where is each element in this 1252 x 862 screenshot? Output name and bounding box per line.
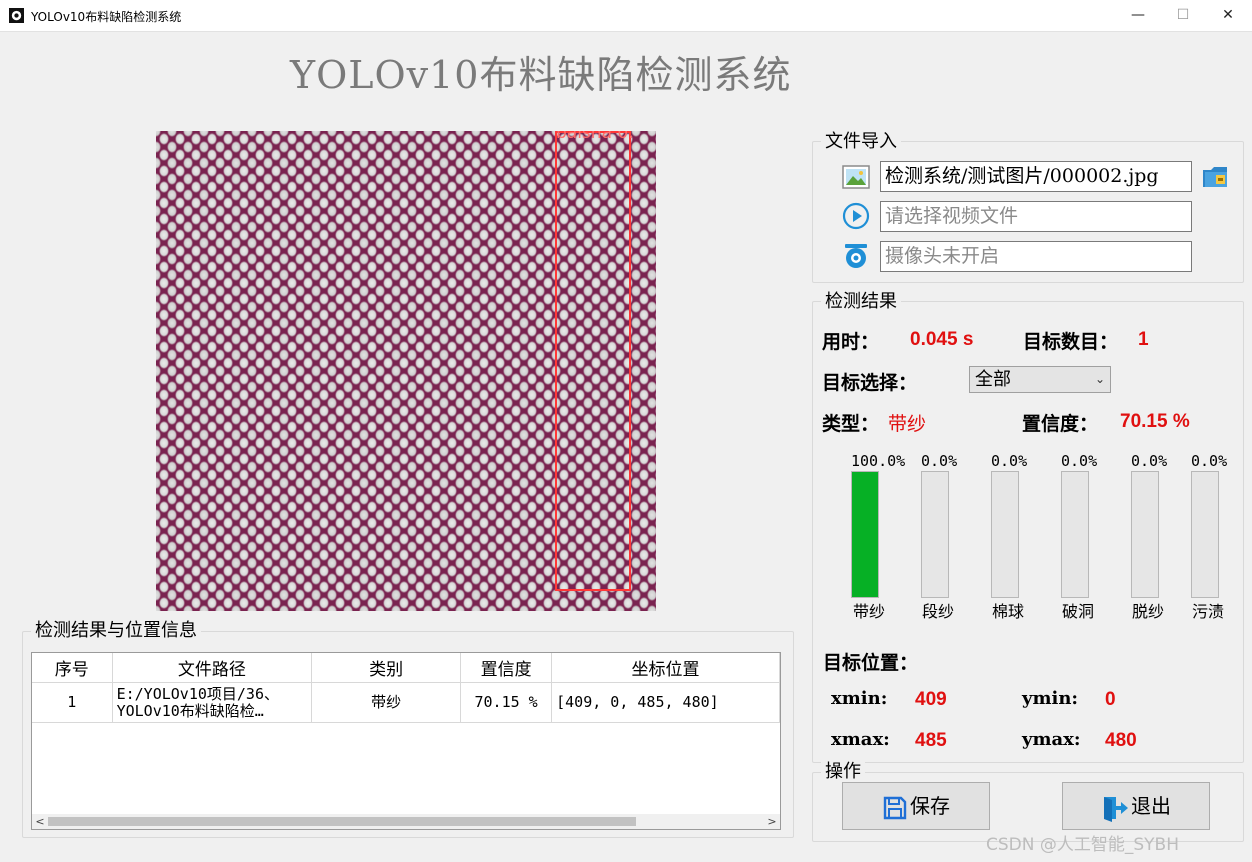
save-button-label: 保存: [910, 794, 950, 818]
xmin-label: xmin:: [831, 688, 888, 709]
image-path-field[interactable]: 检测系统/测试图片/000002.jpg: [880, 161, 1192, 192]
progress-bar: [1061, 471, 1089, 598]
time-value: 0.045 s: [910, 329, 974, 350]
cell-path-line1: E:/YOLOv10项目/36、: [116, 684, 279, 703]
progress-bar-fill: [852, 472, 878, 597]
camera-status-field[interactable]: 摄像头未开启: [880, 241, 1192, 272]
target-select-dropdown[interactable]: 全部 ⌄: [969, 366, 1111, 393]
bar-class-name: 破洞: [1062, 602, 1095, 621]
target-count-value: 1: [1138, 329, 1149, 350]
type-value: 带纱: [888, 413, 927, 435]
column-header-confidence[interactable]: 置信度: [460, 653, 553, 683]
bar-class-name: 棉球: [992, 602, 1025, 621]
xmax-value: 485: [915, 730, 947, 751]
column-header-coords[interactable]: 坐标位置: [551, 653, 780, 683]
progress-bar: [921, 471, 949, 598]
video-path-field[interactable]: 请选择视频文件: [880, 201, 1192, 232]
operations-group-title: 操作: [821, 761, 865, 783]
bar-class-name: 带纱: [853, 602, 886, 621]
cell-confidence: 70.15 %: [460, 682, 553, 723]
table-row[interactable]: 1 E:/YOLOv10项目/36、 YOLOv10布料缺陷检… 带纱 70.1…: [32, 682, 780, 723]
exit-icon: [1104, 796, 1128, 822]
target-select-label: 目标选择：: [822, 372, 918, 394]
bar-class-name: 脱纱: [1132, 602, 1165, 621]
time-label: 用时：: [822, 331, 880, 353]
exit-button[interactable]: 退出: [1062, 782, 1210, 830]
column-header-category[interactable]: 类别: [311, 653, 462, 683]
bar-pct-label: 0.0%: [921, 452, 958, 470]
bar-pct-label: 0.0%: [991, 452, 1028, 470]
bar-class-name: 污渍: [1192, 602, 1225, 621]
detection-results-group-title: 检测结果: [821, 291, 901, 313]
xmax-label: xmax:: [831, 729, 890, 750]
progress-bar: [1131, 471, 1159, 598]
save-button[interactable]: 保存: [842, 782, 990, 830]
target-select-value: 全部: [975, 369, 1011, 390]
column-header-index[interactable]: 序号: [32, 653, 113, 683]
horizontal-scrollbar[interactable]: < >: [32, 814, 780, 829]
target-position-label: 目标位置：: [823, 652, 919, 674]
ymin-value: 0: [1105, 689, 1116, 710]
xmin-value: 409: [915, 689, 947, 710]
ymax-label: ymax:: [1022, 729, 1081, 750]
image-preview: baisha 0.: [156, 131, 656, 611]
cell-category: 带纱: [311, 682, 462, 723]
save-icon: [883, 796, 907, 819]
bar-pct-label: 0.0%: [1191, 452, 1228, 470]
maximize-button[interactable]: ☐: [1160, 0, 1206, 31]
camera-icon[interactable]: [841, 241, 871, 271]
bar-pct-label: 100.0%: [851, 452, 906, 470]
scroll-left-button[interactable]: <: [32, 814, 48, 829]
scroll-right-button[interactable]: >: [764, 814, 780, 829]
page-title: YOLOv10布料缺陷检测系统: [290, 53, 792, 97]
watermark: CSDN @人工智能_SYBH: [986, 835, 1179, 855]
window-titlebar: YOLOv10布料缺陷检测系统 — ☐ ✕: [0, 0, 1252, 32]
file-import-group-title: 文件导入: [821, 131, 901, 153]
scrollbar-thumb[interactable]: [48, 817, 636, 826]
minimize-button[interactable]: —: [1115, 0, 1161, 31]
bar-class-name: 段纱: [922, 602, 955, 621]
app-logo-icon: [9, 8, 24, 23]
exit-button-label: 退出: [1131, 794, 1171, 818]
chevron-down-icon: ⌄: [1094, 372, 1105, 386]
cell-path: E:/YOLOv10项目/36、 YOLOv10布料缺陷检…: [112, 682, 313, 723]
column-header-path[interactable]: 文件路径: [112, 653, 313, 683]
video-play-icon[interactable]: [841, 201, 871, 231]
close-button[interactable]: ✕: [1205, 0, 1251, 31]
ymax-value: 480: [1105, 730, 1137, 751]
cell-path-line2: YOLOv10布料缺陷检…: [116, 701, 264, 720]
results-table[interactable]: 序号 文件路径 类别 置信度 坐标位置 1 E:/YOLOv10项目/36、 Y…: [31, 652, 781, 830]
progress-bar: [991, 471, 1019, 598]
confidence-label: 置信度：: [1022, 413, 1099, 435]
window-title: YOLOv10布料缺陷检测系统: [31, 10, 182, 24]
cell-coords: [409, 0, 485, 480]: [551, 682, 780, 723]
type-label: 类型：: [822, 413, 880, 435]
table-header-row: 序号 文件路径 类别 置信度 坐标位置: [32, 653, 780, 683]
progress-bar: [851, 471, 879, 598]
results-table-group-title: 检测结果与位置信息: [31, 620, 201, 642]
cell-index: 1: [32, 682, 113, 723]
ymin-label: ymin:: [1022, 688, 1079, 709]
folder-open-icon[interactable]: [1201, 161, 1231, 191]
bar-pct-label: 0.0%: [1131, 452, 1168, 470]
image-open-icon[interactable]: [841, 162, 871, 192]
target-count-label: 目标数目：: [1023, 331, 1119, 353]
progress-bar: [1191, 471, 1219, 598]
bar-pct-label: 0.0%: [1061, 452, 1098, 470]
detection-label: baisha 0.: [556, 131, 634, 143]
confidence-value: 70.15 %: [1120, 411, 1190, 432]
detection-box: [555, 131, 631, 591]
